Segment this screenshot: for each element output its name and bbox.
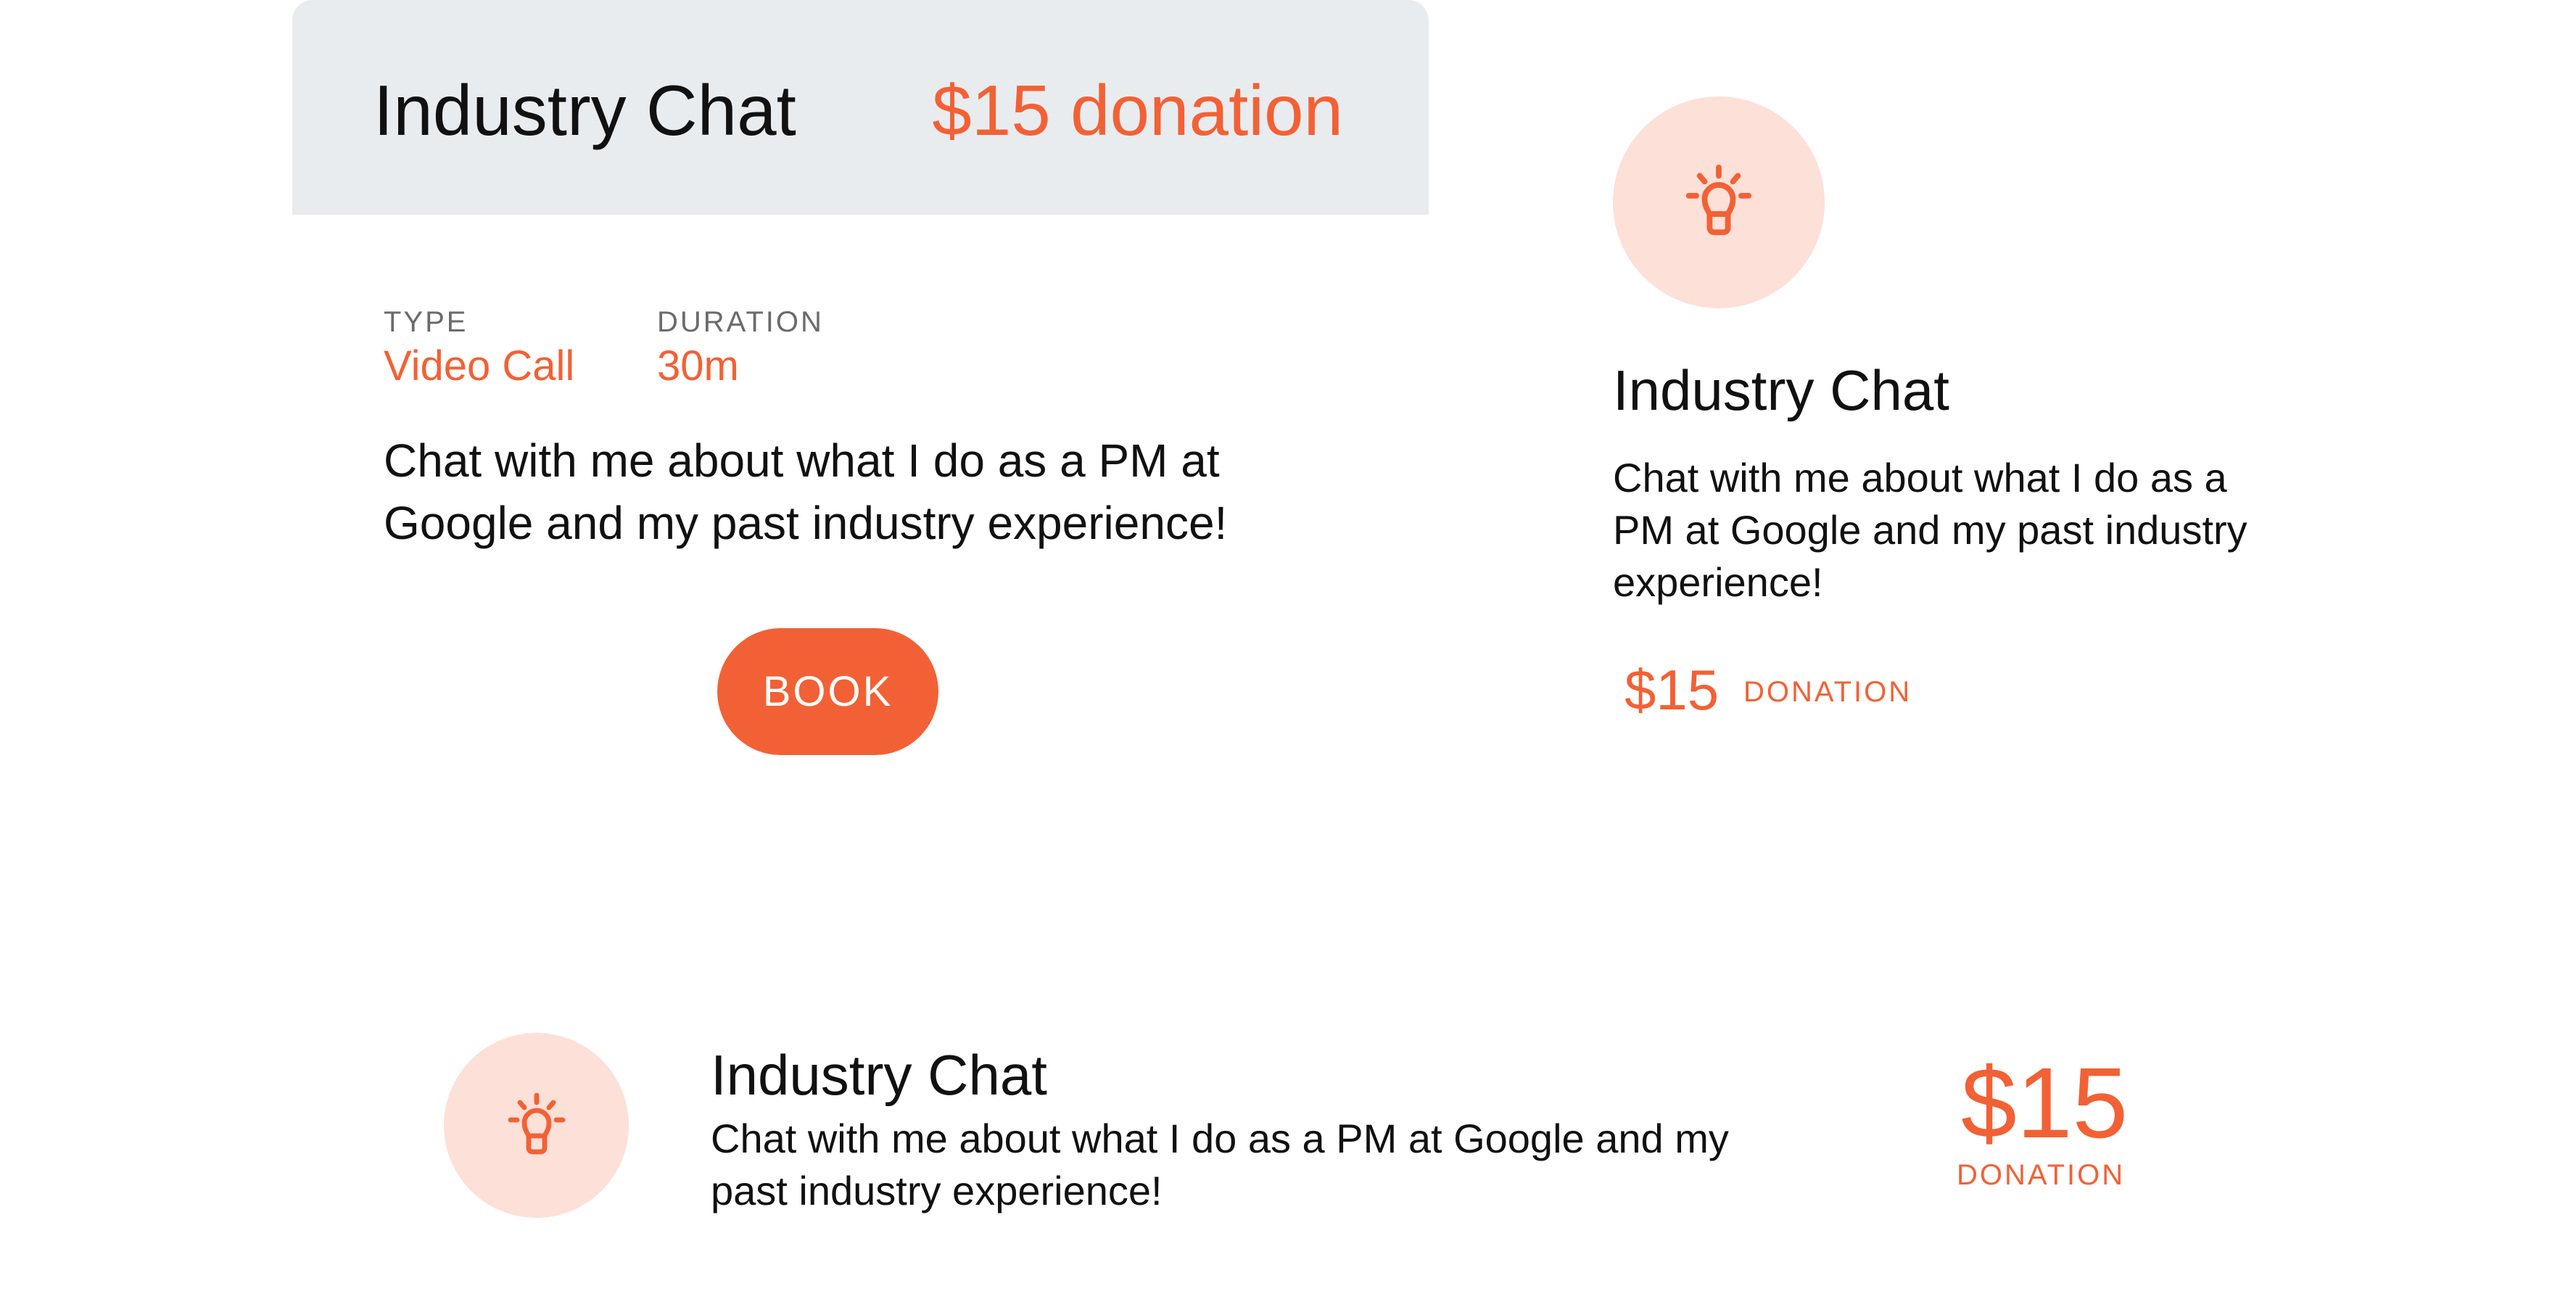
card-header: Industry Chat $15 donation <box>292 0 1429 215</box>
session-title: Industry Chat <box>373 70 796 150</box>
session-price: $15 <box>1625 658 1720 722</box>
session-title: Industry Chat <box>711 1043 1047 1107</box>
lightbulb-icon <box>508 1092 565 1154</box>
session-card-detailed: Industry Chat $15 donation TYPE Video Ca… <box>292 0 1429 769</box>
session-price: $15 donation <box>932 70 1343 150</box>
duration-label: DURATION <box>657 306 824 338</box>
page: Industry Chat $15 donation TYPE Video Ca… <box>0 0 2576 1294</box>
icon-badge <box>1613 96 1825 308</box>
session-description: Chat with me about what I do as a PM at … <box>1613 455 2247 605</box>
price-label: DONATION <box>1743 676 1912 708</box>
type-meta: TYPE Video Call <box>384 305 574 392</box>
price-label: DONATION <box>1957 1159 2126 1191</box>
duration-value: 30m <box>657 342 739 390</box>
type-value: Video Call <box>384 342 575 390</box>
session-card-compact[interactable]: Industry Chat Chat with me about what I … <box>1613 96 2309 749</box>
lightbulb-icon <box>1685 164 1752 236</box>
session-card-row[interactable]: Industry Chat Chat with me about what I … <box>444 1033 2184 1221</box>
icon-badge <box>444 1033 629 1218</box>
session-description: Chat with me about what I do as a PM at … <box>711 1116 1729 1213</box>
type-label: TYPE <box>384 306 468 338</box>
session-title: Industry Chat <box>1613 358 1949 422</box>
session-price: $15 <box>1961 1047 2129 1159</box>
session-description: Chat with me about what I do as a PM at … <box>384 434 1228 549</box>
book-button[interactable]: BOOK <box>717 628 938 755</box>
duration-meta: DURATION 30m <box>657 305 824 392</box>
